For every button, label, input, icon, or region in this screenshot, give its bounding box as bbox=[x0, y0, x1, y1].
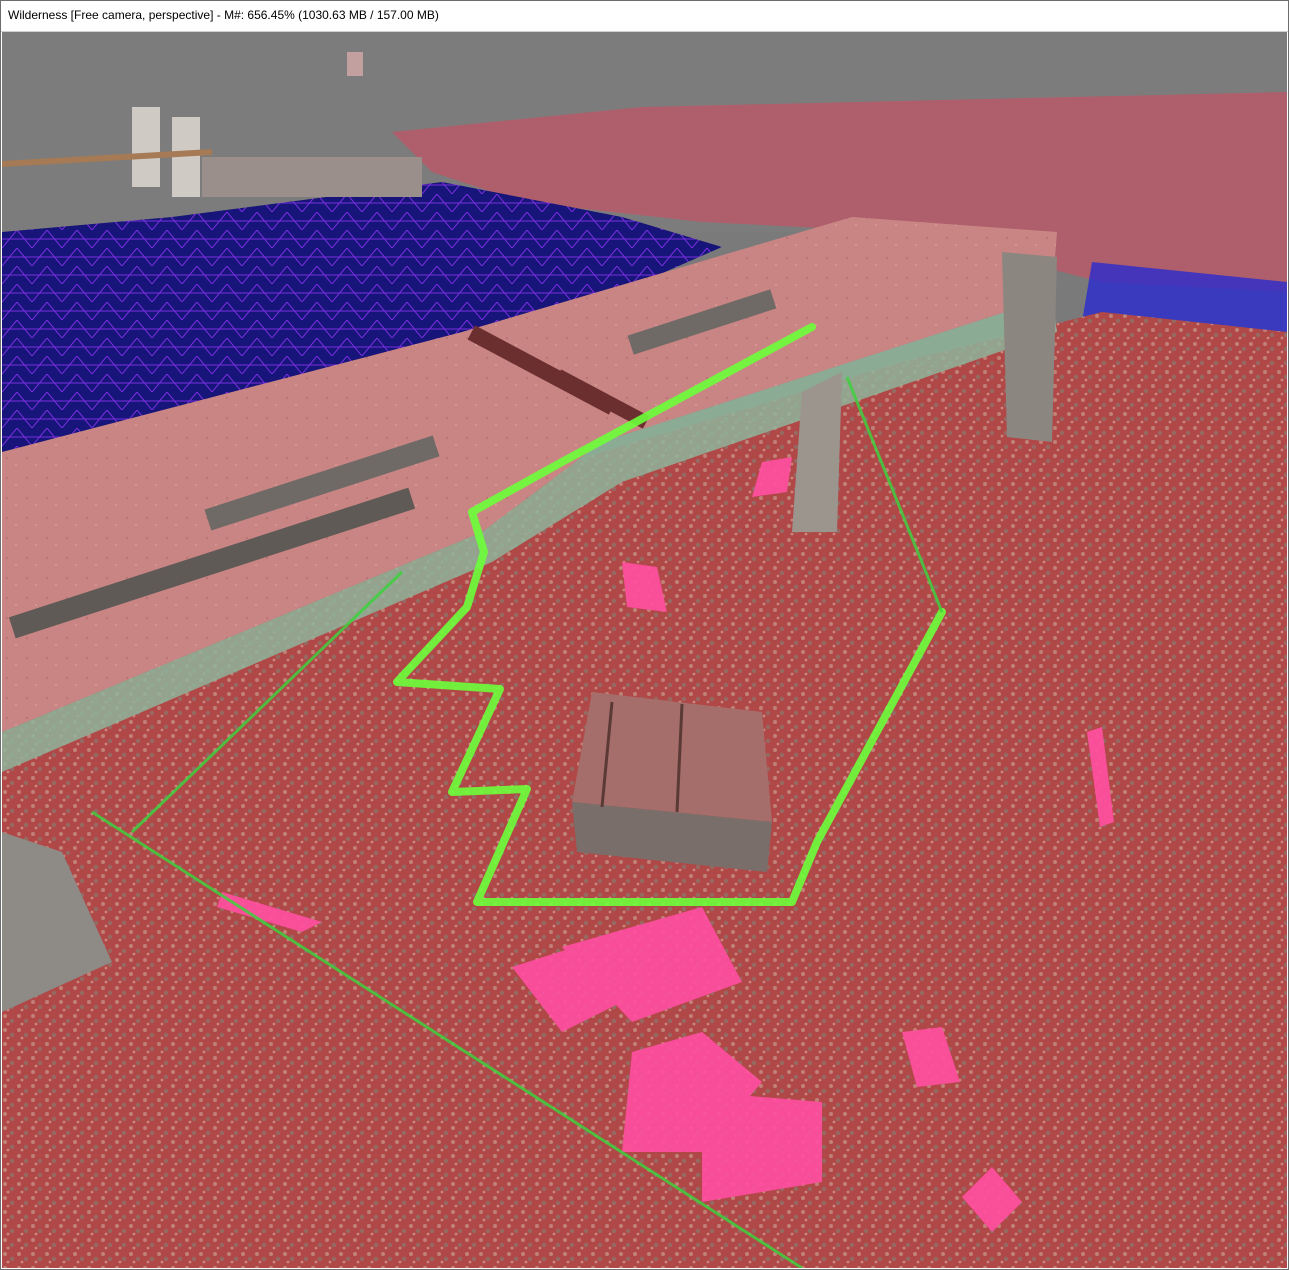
editor-window: Wilderness [Free camera, perspective] - … bbox=[0, 0, 1289, 1270]
title-bar[interactable]: Wilderness [Free camera, perspective] - … bbox=[1, 1, 1288, 32]
scene-render[interactable] bbox=[2, 32, 1287, 1268]
window-title: Wilderness [Free camera, perspective] - … bbox=[8, 8, 439, 22]
render-viewport-3d[interactable] bbox=[2, 32, 1287, 1268]
central-building bbox=[572, 692, 772, 872]
